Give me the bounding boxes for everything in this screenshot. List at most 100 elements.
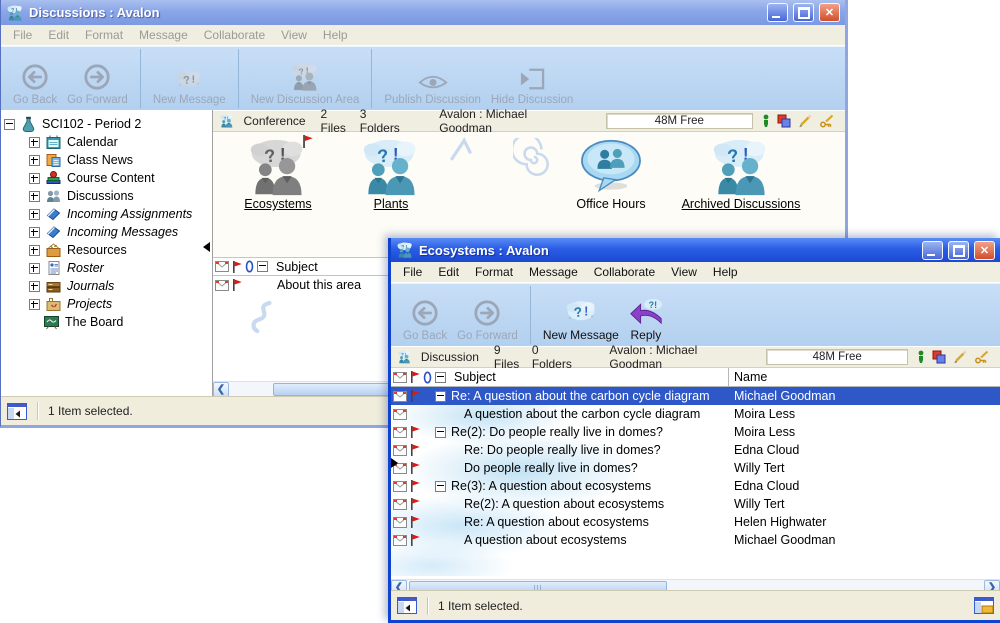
list-header[interactable]: Subject Name — [391, 368, 1000, 387]
new-discussion-area-button[interactable]: New Discussion Area — [251, 63, 360, 106]
thread-row[interactable]: Re(3): A question about ecosystems Edna … — [391, 477, 1000, 495]
menu-edit[interactable]: Edit — [40, 28, 77, 42]
collapse-all-box[interactable] — [257, 261, 268, 272]
thread-row[interactable]: Re: A question about the carbon cycle di… — [391, 387, 1000, 405]
envelope-icon — [393, 535, 407, 546]
collapse-box[interactable] — [4, 119, 15, 130]
permissions-pencil-key-icon[interactable] — [819, 114, 835, 128]
menu-view[interactable]: View — [663, 265, 705, 279]
titlebar[interactable]: Ecosystems : Avalon — [391, 238, 1000, 262]
collapse-box[interactable] — [435, 427, 446, 438]
maximize-button[interactable] — [793, 3, 814, 22]
thread-row[interactable]: Re: A question about ecosystems Helen Hi… — [391, 513, 1000, 531]
tree-item-calendar[interactable]: Calendar — [1, 133, 212, 151]
publish-discussion-button[interactable]: Publish Discussion — [384, 74, 481, 106]
expand-box[interactable] — [29, 209, 40, 220]
expand-box[interactable] — [29, 245, 40, 256]
layers-icon[interactable] — [932, 350, 946, 364]
minimize-button[interactable] — [767, 3, 788, 22]
go-back-button[interactable]: Go Back — [13, 63, 57, 106]
toggle-pane-icon[interactable] — [397, 597, 417, 614]
edit-pencil-icon[interactable] — [953, 350, 967, 364]
thread-row[interactable]: A question about ecosystems Michael Good… — [391, 531, 1000, 549]
menu-file[interactable]: File — [5, 28, 40, 42]
collapse-all-box[interactable] — [435, 372, 446, 383]
tree-root-sci102[interactable]: SCI102 - Period 2 — [1, 115, 212, 133]
menu-help[interactable]: Help — [705, 265, 746, 279]
expand-box[interactable] — [29, 173, 40, 184]
titlebar[interactable]: Discussions : Avalon — [1, 0, 845, 25]
collapse-box[interactable] — [435, 391, 446, 402]
edit-pencil-icon[interactable] — [798, 114, 812, 128]
free-space-box: 48M Free — [606, 113, 753, 129]
close-button[interactable] — [819, 3, 840, 22]
tree-item-projects[interactable]: Projects — [1, 295, 212, 313]
menu-format[interactable]: Format — [77, 28, 131, 42]
menu-collaborate[interactable]: Collaborate — [586, 265, 663, 279]
account-name: Avalon : Michael Goodman — [609, 343, 743, 371]
shortcut-office-hours[interactable]: Office Hours — [546, 138, 676, 211]
conference-icon — [219, 114, 235, 128]
menu-collaborate[interactable]: Collaborate — [196, 28, 273, 42]
name-column-header: Name — [734, 370, 767, 384]
expand-box[interactable] — [29, 137, 40, 148]
flag-icon — [410, 426, 420, 438]
shortcut-ecosystems[interactable]: Ecosystems — [213, 138, 343, 211]
layers-icon[interactable] — [777, 114, 791, 128]
reply-button[interactable]: Reply — [629, 298, 663, 342]
tree-item-journals[interactable]: Journals — [1, 277, 212, 295]
expand-box[interactable] — [29, 299, 40, 310]
thread-row[interactable]: Re(2): A question about ecosystems Willy… — [391, 495, 1000, 513]
thread-row[interactable]: A question about the carbon cycle diagra… — [391, 405, 1000, 423]
new-discussion-area-icon — [289, 63, 321, 91]
tree-item-roster[interactable]: Roster — [1, 259, 212, 277]
envelope-icon — [393, 409, 407, 420]
menu-view[interactable]: View — [273, 28, 315, 42]
thread-row[interactable]: Do people really live in domes? Willy Te… — [391, 459, 1000, 477]
expand-box[interactable] — [29, 155, 40, 166]
go-forward-button[interactable]: Go Forward — [457, 299, 518, 342]
maximize-button[interactable] — [948, 241, 969, 260]
menu-file[interactable]: File — [395, 265, 430, 279]
expand-box[interactable] — [29, 227, 40, 238]
expand-box[interactable] — [29, 191, 40, 202]
tree-item-course-content[interactable]: Course Content — [1, 169, 212, 187]
thread-row[interactable]: Re: Do people really live in domes? Edna… — [391, 441, 1000, 459]
menu-help[interactable]: Help — [315, 28, 356, 42]
tree-item-incoming-assignments[interactable]: Incoming Assignments — [1, 205, 212, 223]
shortcut-plants[interactable]: Plants — [326, 138, 456, 211]
shortcut-label: Office Hours — [576, 197, 645, 211]
new-discussion-area-label: New Discussion Area — [251, 94, 360, 106]
minimize-button[interactable] — [922, 241, 943, 260]
thread-row[interactable]: Re(2): Do people really live in domes? M… — [391, 423, 1000, 441]
tree-item-class-news[interactable]: Class News — [1, 151, 212, 169]
scroll-left-button[interactable]: ❮ — [213, 382, 229, 397]
expand-box[interactable] — [29, 281, 40, 292]
menu-message[interactable]: Message — [131, 28, 196, 42]
menu-format[interactable]: Format — [467, 265, 521, 279]
menu-edit[interactable]: Edit — [430, 265, 467, 279]
permissions-pencil-key-icon[interactable] — [974, 350, 990, 364]
expand-box[interactable] — [29, 263, 40, 274]
presence-icon[interactable] — [917, 350, 925, 364]
column-divider[interactable] — [728, 368, 729, 386]
pane-splitter-arrow[interactable] — [203, 242, 210, 252]
new-message-button[interactable]: New Message — [153, 68, 226, 106]
new-message-button[interactable]: New Message — [543, 298, 619, 342]
close-button[interactable] — [974, 241, 995, 260]
pane-splitter-arrow[interactable] — [391, 458, 398, 468]
toggle-pane-icon[interactable] — [7, 403, 27, 420]
tree-item-the-board[interactable]: The Board — [1, 313, 212, 331]
go-forward-button[interactable]: Go Forward — [67, 63, 128, 106]
tree-item-discussions[interactable]: Discussions — [1, 187, 212, 205]
go-back-button[interactable]: Go Back — [403, 299, 447, 342]
tree-item-incoming-messages[interactable]: Incoming Messages — [1, 223, 212, 241]
hide-discussion-button[interactable]: Hide Discussion — [491, 67, 573, 106]
tree-item-resources[interactable]: Resources — [1, 241, 212, 259]
shortcut-archived-discussions[interactable]: Archived Discussions — [676, 138, 806, 211]
presence-icon[interactable] — [762, 114, 770, 128]
view-options-icon[interactable] — [974, 597, 994, 614]
collapse-box[interactable] — [435, 481, 446, 492]
menu-message[interactable]: Message — [521, 265, 586, 279]
folders-count: 3 Folders — [360, 107, 408, 135]
